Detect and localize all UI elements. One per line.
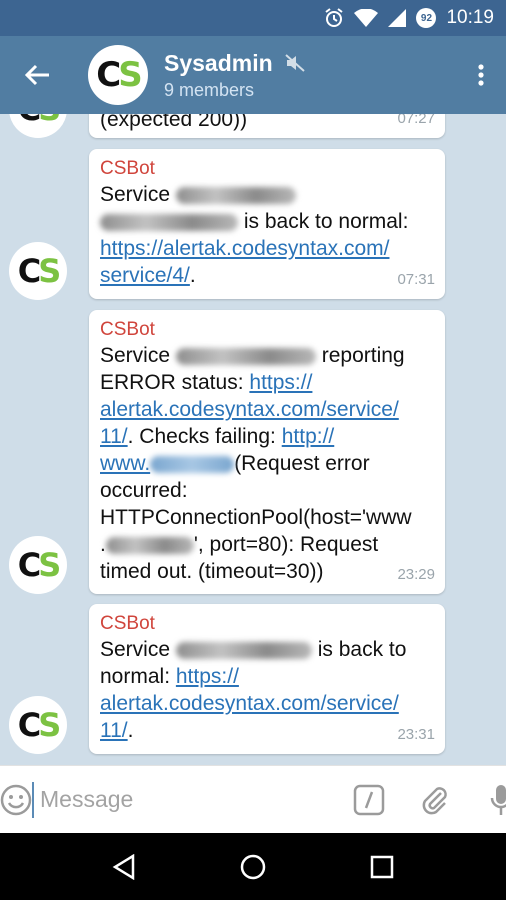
message-bubble[interactable]: (expected 200)) 07:27 <box>89 114 445 138</box>
triangle-back-icon <box>112 853 135 880</box>
system-nav-bar <box>0 833 506 900</box>
message-text: (expected 200)) <box>100 114 248 131</box>
attach-button[interactable] <box>402 784 468 816</box>
message-link[interactable]: alertak.codesyntax.com/service/ <box>100 692 399 715</box>
message-bubble[interactable]: CSBot Service is back to normal: https:/… <box>89 149 445 299</box>
status-bar: 92 10:19 <box>0 0 506 36</box>
voice-button[interactable] <box>468 783 506 817</box>
sender-avatar[interactable]: CS <box>9 536 67 594</box>
paperclip-icon <box>422 786 447 814</box>
emoji-icon <box>0 784 32 815</box>
sender-avatar[interactable]: CS <box>9 696 67 754</box>
signal-icon <box>388 9 407 27</box>
muted-icon <box>284 54 305 72</box>
sender-avatar[interactable]: CS <box>9 114 67 138</box>
message-link[interactable]: https:// <box>176 665 239 688</box>
microphone-icon <box>490 784 506 815</box>
message-link[interactable]: https://alertak.codesyntax.com/ <box>100 237 389 260</box>
compose-bar <box>0 765 506 833</box>
message-link[interactable]: 11/ <box>100 425 128 448</box>
arrow-left-icon <box>25 64 49 86</box>
sender-name: CSBot <box>100 319 155 340</box>
message-link[interactable]: 11/ <box>100 719 128 742</box>
group-avatar[interactable]: CS <box>88 45 148 105</box>
message-link[interactable]: www. <box>100 452 150 475</box>
message-time: 23:29 <box>397 566 435 583</box>
message-link[interactable]: https:// <box>249 371 312 394</box>
message-time: 07:27 <box>397 114 435 127</box>
battery-badge: 92 <box>416 8 437 28</box>
message-list[interactable]: CS (expected 200)) 07:27 CSBot Service i… <box>0 114 506 765</box>
message-input[interactable] <box>32 781 336 818</box>
clock-time: 10:19 <box>446 7 494 28</box>
chat-title-area[interactable]: Sysadmin 9 members <box>164 50 456 101</box>
wifi-icon <box>354 9 379 27</box>
emoji-button[interactable] <box>0 784 32 816</box>
message-bubble[interactable]: CSBot Service reporting ERROR status: ht… <box>89 310 445 594</box>
message-bubble[interactable]: CSBot Service is back to normal: https:/… <box>89 604 445 754</box>
nav-home-button[interactable] <box>218 837 288 897</box>
slash-command-icon <box>353 784 385 815</box>
chat-title: Sysadmin <box>164 49 273 76</box>
overflow-menu-button[interactable] <box>456 36 506 114</box>
sender-name: CSBot <box>100 158 155 179</box>
sender-avatar[interactable]: CS <box>9 242 67 300</box>
message-time: 23:31 <box>397 726 435 743</box>
message-link[interactable]: http:// <box>282 425 335 448</box>
square-recents-icon <box>370 855 393 878</box>
message-text: Service reporting ERROR status: https://… <box>100 344 412 583</box>
more-vert-icon <box>478 64 484 86</box>
alarm-icon <box>324 8 344 28</box>
bot-commands-button[interactable] <box>336 784 402 816</box>
app-bar: CS Sysadmin 9 members <box>0 36 506 114</box>
message-link[interactable]: alertak.codesyntax.com/service/ <box>100 398 399 421</box>
message-text: Service is back to normal: https://alert… <box>100 183 409 287</box>
back-button[interactable] <box>0 36 76 114</box>
message-link[interactable]: service/4/ <box>100 264 190 287</box>
circle-home-icon <box>240 854 266 879</box>
sender-name: CSBot <box>100 613 155 634</box>
member-count: 9 members <box>164 79 255 100</box>
message-time: 07:31 <box>397 271 435 288</box>
nav-back-button[interactable] <box>89 837 159 897</box>
message-text: Service is back to normal: https:// aler… <box>100 638 407 742</box>
nav-recents-button[interactable] <box>347 837 417 897</box>
